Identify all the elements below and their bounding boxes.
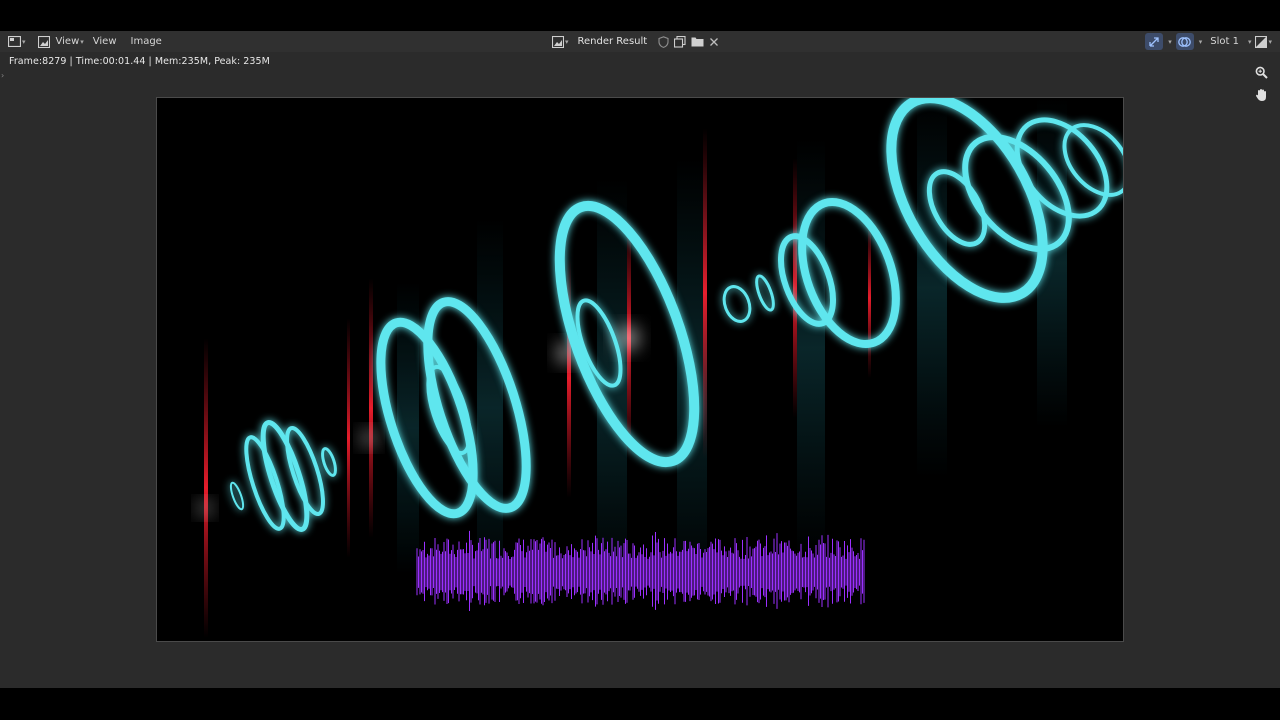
- pan-navigation-button[interactable]: [1252, 86, 1270, 104]
- gizmo-toggle[interactable]: [1145, 33, 1164, 50]
- new-image-icon: [674, 35, 686, 48]
- render-status-text: Frame:8279 | Time:00:01.44 | Mem:235M, P…: [9, 56, 270, 67]
- menu-view[interactable]: View: [88, 33, 122, 50]
- render-image: [157, 98, 1123, 641]
- view-mode-icon: [37, 35, 50, 48]
- overlay-icon: [1178, 36, 1192, 47]
- editor-type-button[interactable]: ▾: [8, 33, 26, 50]
- editor-header: ▾ View ▾ View Image ▾ Render Result ▾ ▾ …: [0, 31, 1280, 52]
- chevron-down-icon[interactable]: ▾: [1168, 38, 1172, 46]
- chevron-down-icon: ▾: [80, 37, 84, 46]
- folder-icon: [691, 37, 704, 47]
- display-channels-icon: [1255, 35, 1268, 48]
- render-result-canvas[interactable]: [156, 97, 1124, 642]
- chevron-down-icon: ▾: [1268, 37, 1272, 46]
- open-image-button[interactable]: [690, 35, 704, 49]
- image-name-field[interactable]: Render Result: [572, 33, 654, 50]
- fake-user-button[interactable]: [656, 35, 670, 49]
- chevron-down-icon[interactable]: ▾: [1199, 38, 1203, 46]
- letterbox-bottom: [0, 688, 1280, 720]
- shield-icon: [658, 35, 669, 48]
- image-editor-icon: [8, 36, 21, 47]
- image-browse-icon: [552, 35, 564, 48]
- new-image-button[interactable]: [673, 35, 687, 49]
- display-channels-button[interactable]: ▾: [1255, 33, 1272, 50]
- view-mode-dropdown[interactable]: View ▾: [37, 33, 84, 50]
- gizmo-icon: [1149, 36, 1159, 47]
- zoom-icon: [1255, 66, 1268, 79]
- chevron-down-icon: ▾: [565, 37, 569, 46]
- image-browse-button[interactable]: ▾: [552, 33, 569, 50]
- overlay-toggle[interactable]: [1175, 33, 1194, 50]
- image-editor: ▾ View ▾ View Image ▾ Render Result ▾ ▾ …: [0, 31, 1280, 688]
- sidebar-expand-arrow[interactable]: ›: [1, 71, 4, 80]
- menu-image[interactable]: Image: [126, 33, 167, 50]
- chevron-down-icon[interactable]: ▾: [1248, 38, 1252, 46]
- header-left: ▾ View ▾ View Image: [8, 31, 167, 52]
- image-datablock-selector: ▾ Render Result: [552, 31, 721, 52]
- chevron-down-icon: ▾: [22, 37, 26, 46]
- header-right: ▾ ▾ Slot 1 ▾ ▾: [1145, 31, 1272, 52]
- zoom-navigation-button[interactable]: [1252, 63, 1270, 81]
- letterbox-top: [0, 0, 1280, 31]
- view-mode-label: View: [55, 36, 80, 47]
- hand-icon: [1255, 89, 1266, 101]
- unlink-image-button[interactable]: [707, 35, 721, 49]
- close-icon: [710, 37, 719, 46]
- slot-selector[interactable]: Slot 1: [1206, 36, 1243, 47]
